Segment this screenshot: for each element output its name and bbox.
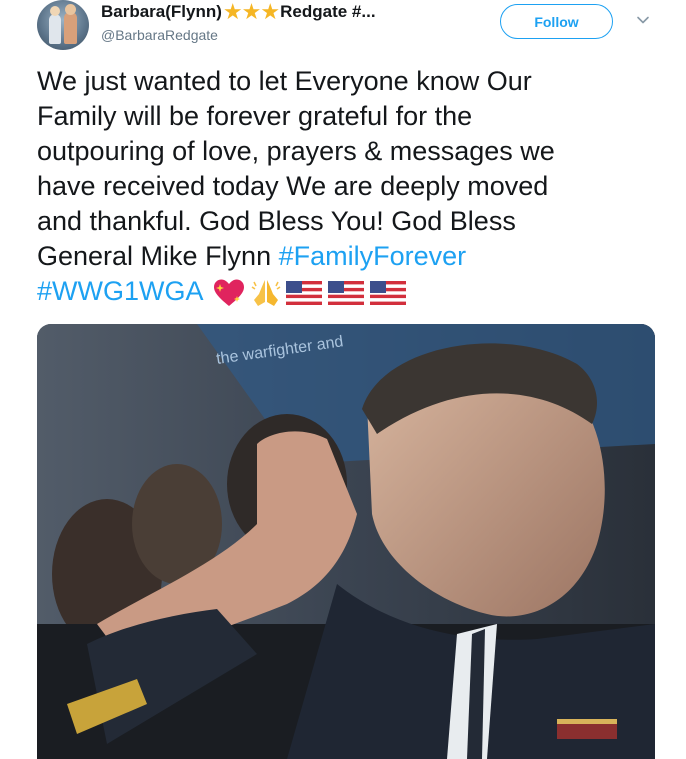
star-icon: ★ — [260, 0, 281, 24]
avatar[interactable] — [37, 0, 89, 50]
star-emojis: ★ ★ ★ — [222, 0, 281, 24]
star-icon: ★ — [241, 0, 262, 24]
tweet-line: General Mike Flynn #FamilyForever — [37, 239, 657, 274]
tweet-line: and thankful. God Bless You! God Bless — [37, 206, 516, 236]
us-flag-icon — [327, 280, 364, 305]
sparkling-heart-icon — [213, 279, 244, 306]
star-icon: ★ — [222, 0, 243, 24]
tweet-photo[interactable]: the warfighter and — [37, 324, 655, 759]
display-name-prefix: Barbara(Flynn) — [101, 2, 222, 21]
tweet-line-text: General Mike Flynn — [37, 241, 279, 271]
hashtag-link[interactable]: #WWG1WGA — [37, 276, 204, 306]
tweet-text: We just wanted to let Everyone know Our … — [37, 64, 657, 309]
follow-button[interactable]: Follow — [500, 4, 613, 39]
folded-hands-icon — [251, 279, 280, 306]
display-name-suffix: Redgate #... — [280, 2, 376, 21]
chevron-down-icon[interactable] — [636, 13, 650, 27]
emoji-row — [212, 278, 412, 308]
tweet-line: We just wanted to let Everyone know Our — [37, 66, 532, 96]
salute-photo-illustration: the warfighter and — [37, 324, 655, 759]
us-flag-icon — [285, 280, 322, 305]
tweet-line: #WWG1WGA — [37, 274, 657, 309]
user-handle[interactable]: @BarbaraRedgate — [101, 26, 218, 44]
display-name[interactable]: Barbara(Flynn) ★ ★ ★ Redgate #... — [101, 0, 376, 24]
hashtag-link[interactable]: #FamilyForever — [279, 241, 467, 271]
tweet-header: Barbara(Flynn) ★ ★ ★ Redgate #... @Barba… — [0, 0, 686, 60]
tweet-line: outpouring of love, prayers & messages w… — [37, 136, 555, 166]
tweet-line: Family will be forever grateful for the — [37, 101, 473, 131]
us-flag-icon — [369, 280, 406, 305]
tweet-line: have received today We are deeply moved — [37, 171, 549, 201]
